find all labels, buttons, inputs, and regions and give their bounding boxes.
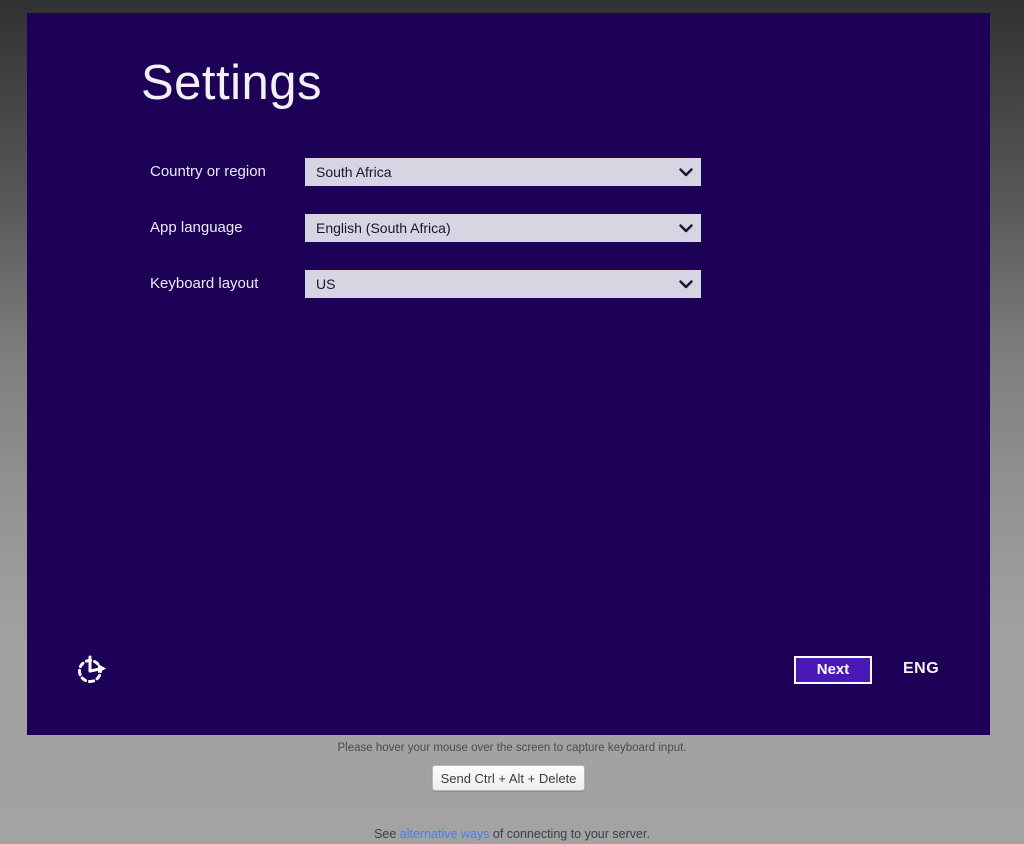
send-ctrl-alt-delete-button[interactable]: Send Ctrl + Alt + Delete [432, 765, 585, 791]
country-region-label: Country or region [150, 158, 300, 186]
chevron-down-icon [671, 280, 701, 289]
app-language-select[interactable]: English (South Africa) [305, 214, 701, 242]
keyboard-layout-value: US [305, 276, 671, 292]
keyboard-layout-row: Keyboard layout US [27, 270, 990, 298]
keyboard-layout-label: Keyboard layout [150, 270, 300, 298]
page-title: Settings [141, 55, 322, 111]
chevron-down-icon [671, 224, 701, 233]
connect-text-suffix: of connecting to your server. [489, 827, 650, 841]
chevron-down-icon [671, 168, 701, 177]
app-language-value: English (South Africa) [305, 220, 671, 236]
language-indicator[interactable]: ENG [903, 660, 963, 678]
connect-text-prefix: See [374, 827, 400, 841]
alternative-ways-link[interactable]: alternative ways [400, 827, 490, 841]
country-region-row: Country or region South Africa [27, 158, 990, 186]
keyboard-layout-select[interactable]: US [305, 270, 701, 298]
country-region-value: South Africa [305, 164, 671, 180]
country-region-select[interactable]: South Africa [305, 158, 701, 186]
next-button[interactable]: Next [794, 656, 872, 684]
remote-console-screen[interactable]: Settings Country or region South Africa … [27, 13, 990, 735]
capture-hint-text: Please hover your mouse over the screen … [0, 742, 1024, 754]
app-language-label: App language [150, 214, 300, 242]
app-language-row: App language English (South Africa) [27, 214, 990, 242]
ease-of-access-icon[interactable] [74, 650, 108, 691]
alternative-connect-text: See alternative ways of connecting to yo… [0, 827, 1024, 841]
